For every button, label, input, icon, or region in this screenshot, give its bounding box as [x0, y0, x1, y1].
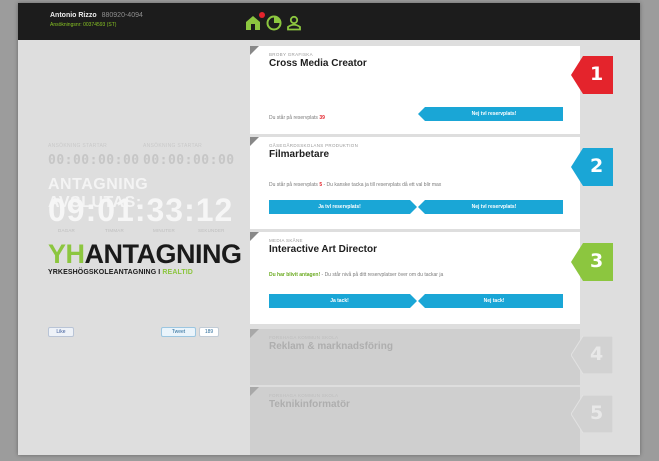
button-label: Nej tack!	[483, 298, 505, 304]
tweet-count-value: 189	[204, 329, 214, 335]
rank-badge-4: 4	[570, 335, 614, 375]
decline-reserve-button[interactable]: Nej tvl reservplats!	[418, 200, 563, 214]
status-highlight: 39	[319, 115, 325, 121]
program-card-3: MEDIA SKÅNE Interactive Art Director Du …	[250, 232, 580, 324]
unit-days: DAGAR	[58, 228, 76, 233]
program-status: Du står på reservplats 39	[269, 115, 325, 121]
status-suffix: - Du kanske tacka ja till reservplats då…	[323, 182, 442, 188]
button-label: Ja tvl reservplats!	[318, 204, 361, 210]
program-title: Cross Media Creator	[269, 58, 367, 69]
program-card-2: GÅSEGÅRDSSKOLANS PRODUKTION Filmarbetare…	[250, 137, 580, 229]
decline-button[interactable]: Nej tack!	[418, 294, 563, 308]
card-corner	[250, 137, 259, 146]
accept-reserve-button[interactable]: Ja tvl reservplats!	[269, 200, 417, 214]
countdown-start-label: ANSÖKNING STARTAR	[48, 143, 107, 149]
program-card-1: BROBY GRAFISKA Cross Media Creator Du st…	[250, 46, 580, 134]
logo-subtitle: YRKESHÖGSKOLEANTAGNING I REALTID	[48, 269, 193, 276]
card-corner	[250, 232, 259, 241]
button-label: Nej tvl reservplats!	[471, 111, 517, 117]
like-label: Like	[56, 329, 66, 335]
countdown-timer: 09:01:33:12	[48, 192, 234, 228]
rank-badge-3: 3	[571, 243, 613, 281]
program-school: FORSHAGA KOMMUN SKOLA	[269, 335, 339, 340]
program-card-4: FORSHAGA KOMMUN SKOLA Reklam & marknadsf…	[250, 329, 580, 385]
rank-number: 1	[590, 63, 604, 85]
card-corner	[250, 46, 259, 55]
home-icon[interactable]	[244, 12, 265, 32]
unit-minutes: MINUTER	[153, 228, 175, 233]
status-text: Du står på reservplats	[269, 115, 318, 121]
countdown-small-value: 00:00:00:00	[48, 153, 140, 168]
user-name-line: Antonio Rizzo 880920-4094	[50, 12, 143, 19]
status-text: Du står på reservplats	[269, 182, 318, 188]
countdown-start-label: ANSÖKNING STARTAR	[143, 143, 202, 149]
yh-antagning-logo: YHANTAGNING	[48, 239, 242, 270]
program-status: Du har blivit antagen! - Du står nivå på…	[269, 272, 443, 278]
program-school: FORSHAGA KOMMUN SKOLA	[269, 393, 339, 398]
app-frame: Antonio Rizzo 880920-4094 Ansökningsnr: …	[18, 3, 640, 455]
top-bar: Antonio Rizzo 880920-4094 Ansökningsnr: …	[18, 3, 640, 40]
user-id: 880920-4094	[101, 12, 143, 19]
rank-number: 2	[590, 155, 604, 177]
program-title: Filmarbetare	[269, 149, 330, 160]
tweet-button[interactable]: Tweet	[161, 327, 196, 337]
rank-number: 5	[590, 402, 604, 424]
rank-badge-1: 1	[571, 56, 613, 94]
card-corner	[250, 329, 259, 338]
program-status: Du står på reservplats 5 - Du kanske tac…	[269, 182, 441, 188]
rank-badge-5: 5	[570, 394, 614, 434]
status-highlight: 5	[319, 182, 323, 188]
logo-sub-text: YRKESHÖGSKOLEANTAGNING I	[48, 269, 161, 276]
countdown-units: DAGAR TIMMAR MINUTER SEKUNDER	[48, 228, 234, 236]
button-label: Nej tvl reservplats!	[471, 204, 517, 210]
logo-yh: YH	[48, 239, 85, 269]
rank-badge-2: 2	[571, 148, 613, 186]
user-subline: Ansökningsnr: 00374593 (ST)	[50, 22, 117, 28]
program-title: Interactive Art Director	[269, 244, 377, 255]
accept-button[interactable]: Ja tack!	[269, 294, 417, 308]
tweet-count: 189	[199, 327, 219, 337]
unit-seconds: SEKUNDER	[198, 228, 225, 233]
unit-hours: TIMMAR	[105, 228, 124, 233]
program-school: GÅSEGÅRDSSKOLANS PRODUKTION	[269, 143, 359, 148]
program-title: Teknikinformatör	[269, 399, 350, 410]
rank-number: 3	[590, 250, 604, 272]
button-label: Ja tack!	[330, 298, 349, 304]
countdown-panel: ANSÖKNING STARTAR ANSÖKNING STARTAR 00:0…	[18, 40, 246, 455]
logo-antagning: ANTAGNING	[84, 239, 243, 269]
program-school: MEDIA SKÅNE	[269, 238, 303, 243]
rank-number: 4	[590, 343, 604, 365]
program-title: Reklam & marknadsföring	[269, 341, 393, 352]
countdown-small-value: 00:00:00:00	[143, 153, 235, 168]
program-card-5: FORSHAGA KOMMUN SKOLA Teknikinformatör	[250, 387, 580, 455]
facebook-like-button[interactable]: Like	[48, 327, 74, 337]
logo-sub-highlight: REALTID	[162, 269, 193, 276]
program-school: BROBY GRAFISKA	[269, 52, 313, 57]
card-corner	[250, 387, 259, 396]
user-icon[interactable]	[285, 14, 303, 32]
status-highlight: Du har blivit antagen!	[269, 272, 321, 278]
decline-reserve-button[interactable]: Nej tvl reservplats!	[418, 107, 563, 121]
pie-chart-icon[interactable]	[265, 14, 283, 32]
status-suffix: - Du står nivå på ditt reservplatser öve…	[321, 272, 444, 278]
user-name: Antonio Rizzo	[50, 12, 97, 19]
tweet-label: Tweet	[171, 329, 186, 335]
